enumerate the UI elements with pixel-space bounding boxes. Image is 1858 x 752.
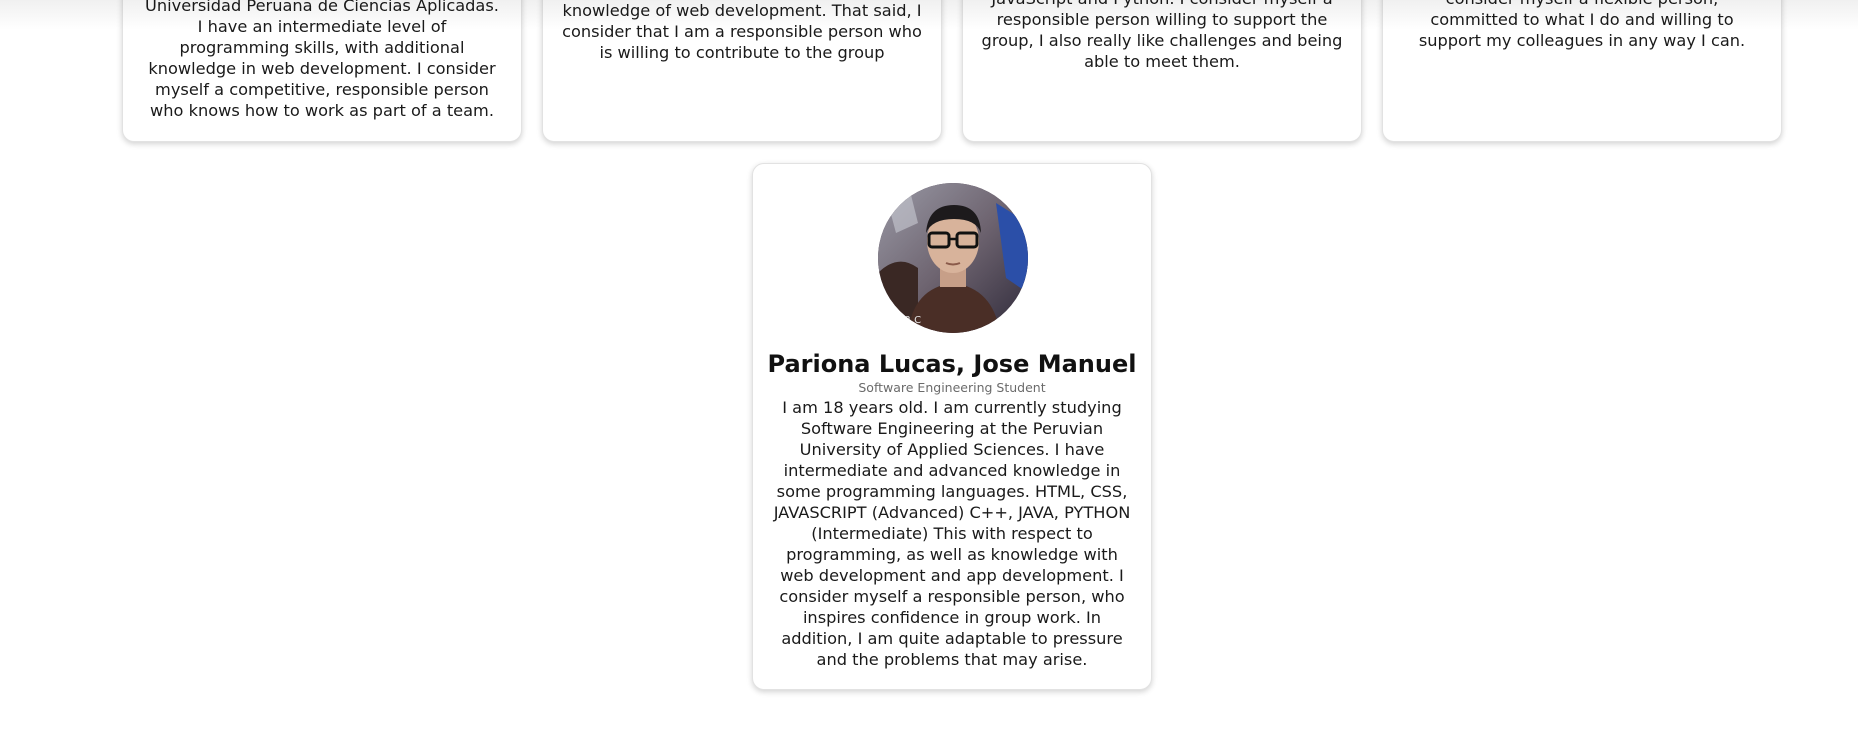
profile-photo: R C xyxy=(878,183,1028,333)
team-section: Universidad Peruana de Ciencias Aplicada… xyxy=(0,0,1858,752)
team-member-card-1: Universidad Peruana de Ciencias Aplicada… xyxy=(122,0,522,142)
member-role: Software Engineering Student xyxy=(858,380,1046,395)
team-member-card-2: knowledge of web development. That said,… xyxy=(542,0,942,142)
svg-text:R C: R C xyxy=(904,315,921,326)
team-member-card-4: consider myself a flexible person, commi… xyxy=(1382,0,1782,142)
member-name: Pariona Lucas, Jose Manuel xyxy=(767,350,1137,378)
member-description: knowledge of web development. That said,… xyxy=(562,1,922,62)
member-description: Universidad Peruana de Ciencias Aplicada… xyxy=(145,0,499,120)
team-member-card-5: R C Pariona Lucas, Jose Manuel Software … xyxy=(752,163,1152,690)
team-member-card-3: JavaScript and Python. I consider myself… xyxy=(962,0,1362,142)
member-description: consider myself a flexible person, commi… xyxy=(1418,0,1746,50)
profile-photo-image: R C xyxy=(878,183,1028,333)
member-description: I am 18 years old. I am currently studyi… xyxy=(773,398,1131,669)
member-description: JavaScript and Python. I consider myself… xyxy=(981,0,1343,71)
